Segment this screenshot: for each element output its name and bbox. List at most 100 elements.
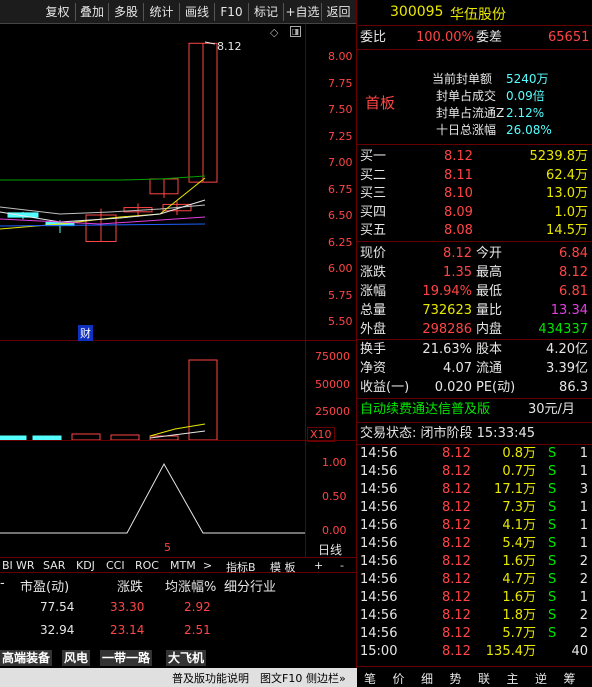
stat-label: 内盘 [476, 322, 503, 337]
bid-row[interactable]: 买一 8.12 5239.8万 [358, 148, 592, 166]
tick-row[interactable]: 14:56 8.12 1.6万 S 1 [358, 589, 592, 607]
sector-tab[interactable]: 高端装备 [0, 650, 53, 666]
detail-tab[interactable]: 价 [393, 670, 405, 687]
toolbar-back-button[interactable]: 返回 [322, 3, 355, 21]
tab-mtm[interactable]: MTM [170, 559, 196, 572]
f10-link[interactable]: 图文F10 [260, 670, 302, 686]
tick-side: S [548, 554, 557, 569]
sidebar-toggle[interactable]: 侧边栏» [306, 670, 346, 686]
bid-label: 买二 [360, 167, 387, 183]
tick-row[interactable]: 14:56 8.12 5.4万 S 1 [358, 535, 592, 553]
toolbar-mark-button[interactable]: 标记 [249, 3, 284, 21]
detail-tab[interactable]: 势 [450, 670, 462, 687]
tab-wr[interactable]: WR [16, 559, 35, 572]
toolbar-overlay-button[interactable]: 叠加 [76, 3, 109, 21]
tick-price: 8.12 [442, 464, 471, 479]
seal-line: 当前封单额 5240万 [358, 70, 592, 88]
tick-row[interactable]: 14:56 8.12 0.8万 S 1 [358, 445, 592, 463]
col-pe-header[interactable]: 市盈(动) [20, 576, 69, 595]
sector-tab[interactable]: 一带一路 [100, 650, 153, 666]
chart-option-icon[interactable]: ◇ [270, 26, 278, 39]
stat-label: 现价 [360, 246, 387, 261]
stat-value: 1.35 [443, 265, 472, 280]
tab-cci[interactable]: CCI [106, 559, 125, 572]
avg-cell: 2.51 [184, 623, 211, 637]
tick-row[interactable]: 14:56 8.12 4.7万 S 2 [358, 571, 592, 589]
toolbar-multi-stock-button[interactable]: 多股 [109, 3, 144, 21]
tab-sar[interactable]: SAR [43, 559, 65, 572]
col-industry-header[interactable]: 细分行业 [224, 576, 276, 595]
bid-price: 8.09 [444, 204, 473, 220]
tick-volume: 17.1万 [494, 482, 536, 497]
ad-text: 自动续费通达信普及版 [360, 402, 491, 417]
tick-side: S [548, 626, 557, 641]
divider [357, 49, 592, 50]
tab-bi[interactable]: BI [2, 559, 13, 572]
sector-tab[interactable]: 风电 [62, 650, 91, 666]
toolbar-add-favorite-button[interactable]: +自选 [284, 3, 322, 21]
tick-count: 1 [579, 590, 588, 605]
tick-count: 1 [579, 500, 588, 515]
toolbar-stats-button[interactable]: 统计 [144, 3, 180, 21]
detail-tab[interactable]: 逆 [535, 670, 547, 687]
price-axis-label: 7.50 [328, 103, 353, 116]
sector-tab[interactable]: 大飞机 [166, 650, 207, 666]
tick-side: S [548, 608, 557, 623]
toolbar-fuquan-button[interactable]: 复权 [40, 3, 76, 21]
stat-row: 现价 8.12 今开 6.84 [358, 245, 592, 263]
candle-body [7, 212, 39, 218]
tick-row[interactable]: 14:56 8.12 4.1万 S 1 [358, 517, 592, 535]
tick-row[interactable]: 14:56 8.12 5.7万 S 2 [358, 625, 592, 643]
bid-row[interactable]: 买五 8.08 14.5万 [358, 222, 592, 240]
tick-row[interactable]: 14:56 8.12 1.8万 S 2 [358, 607, 592, 625]
detail-tab[interactable]: 主 [507, 670, 519, 687]
tick-row[interactable]: 14:56 8.12 1.6万 S 2 [358, 553, 592, 571]
tick-row[interactable]: 14:56 8.12 17.1万 S 3 [358, 481, 592, 499]
bid-price: 8.11 [444, 167, 473, 183]
tab-zoom-in[interactable]: + [314, 559, 323, 572]
tab-roc[interactable]: ROC [135, 559, 159, 572]
kline-chart[interactable] [0, 24, 357, 557]
seal-value: 2.12% [506, 106, 545, 120]
tick-count: 1 [579, 518, 588, 533]
period-label[interactable]: 日线 [318, 541, 342, 558]
tab-more-arrow[interactable]: > [203, 559, 212, 572]
bid-label: 买一 [360, 149, 387, 164]
divider [357, 398, 592, 399]
col-avg-header[interactable]: 均涨幅% [165, 576, 216, 595]
bid-volume: 1.0万 [554, 204, 588, 220]
tab-template[interactable]: 模 板 [270, 559, 296, 575]
ad-banner[interactable]: 自动续费通达信普及版 30元/月 [358, 401, 592, 419]
tab-kdj[interactable]: KDJ [76, 559, 95, 572]
bid-row[interactable]: 买二 8.11 62.4万 [358, 167, 592, 185]
tick-row[interactable]: 14:56 8.12 0.7万 S 1 [358, 463, 592, 481]
chart-window-icon[interactable]: ◨ [290, 26, 301, 37]
tick-price: 8.12 [442, 446, 471, 461]
stat-row: 总量 732623 量比 13.34 [358, 302, 592, 320]
bid-row[interactable]: 买三 8.10 13.0万 [358, 185, 592, 203]
tick-time: 14:56 [360, 464, 398, 479]
detail-tab[interactable]: 笔 [364, 670, 376, 687]
status-bar: 普及版功能说明 图文F10 侧边栏» [0, 668, 357, 687]
finance-badge[interactable]: 财 [78, 325, 93, 341]
tick-row[interactable]: 15:00 8.12 135.4万 40 [358, 643, 592, 661]
detail-tab[interactable]: 联 [478, 670, 490, 687]
axis-divider [305, 24, 306, 557]
stat-value: 19.94% [422, 284, 472, 299]
tick-time: 14:56 [360, 626, 398, 641]
tick-time: 14:56 [360, 500, 398, 515]
tick-row[interactable]: 14:56 8.12 7.3万 S 1 [358, 499, 592, 517]
detail-tab[interactable]: 筹 [564, 670, 576, 687]
tick-volume: 1.6万 [502, 590, 536, 605]
bid-row[interactable]: 买四 8.09 1.0万 [358, 204, 592, 222]
toolbar-draw-button[interactable]: 画线 [180, 3, 215, 21]
detail-tab[interactable]: 细 [421, 670, 433, 687]
help-link[interactable]: 普及版功能说明 [172, 670, 249, 686]
stat-label: 今开 [476, 246, 503, 261]
bid-label: 买三 [360, 186, 387, 202]
tab-indicator-b[interactable]: 指标B [226, 559, 256, 575]
toolbar-f10-button[interactable]: F10 [215, 3, 249, 21]
tab-zoom-out[interactable]: - [340, 559, 344, 572]
col-chg-header[interactable]: 涨跌 [117, 576, 143, 595]
fund-row: 收益(一) 0.020 PE(动) 86.3 [358, 379, 592, 397]
